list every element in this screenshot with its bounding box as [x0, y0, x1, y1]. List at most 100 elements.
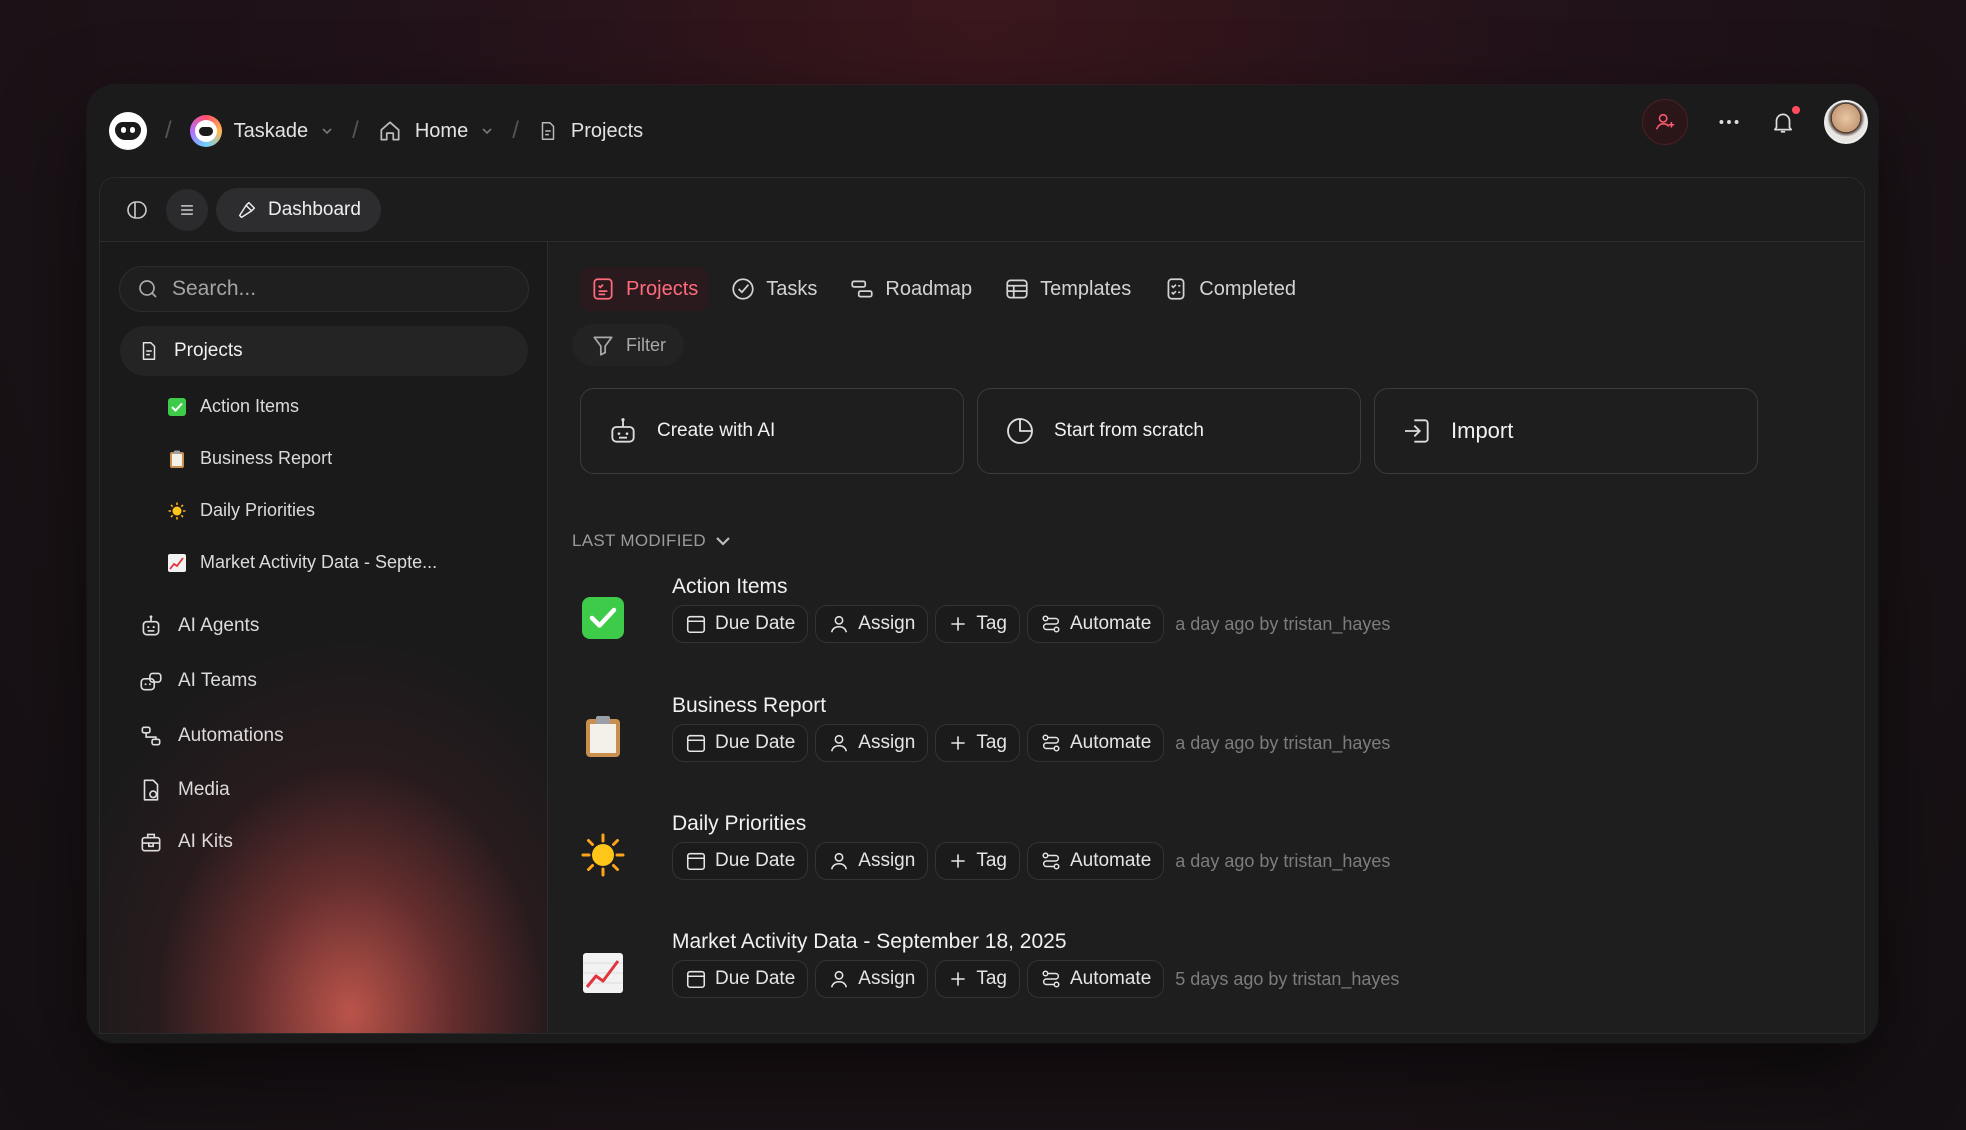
- calendar-icon: [686, 615, 706, 634]
- project-title[interactable]: Action Items: [672, 575, 788, 599]
- tab-label: Completed: [1199, 277, 1296, 300]
- search-input[interactable]: Search...: [119, 266, 529, 312]
- due-date-button[interactable]: Due Date: [672, 842, 809, 880]
- media-icon: [143, 779, 159, 801]
- notifications-bell-icon[interactable]: [1770, 106, 1800, 135]
- taskade-logo-icon[interactable]: [109, 112, 147, 150]
- blank-page-icon: [1007, 418, 1033, 444]
- top-right-actions: [1642, 99, 1868, 145]
- templates-icon: [1006, 279, 1028, 299]
- breadcrumb-current[interactable]: Projects: [537, 120, 643, 143]
- chevron-down-icon: [320, 124, 334, 138]
- tag-label: Tag: [976, 732, 1007, 753]
- tab-completed[interactable]: Completed: [1153, 267, 1306, 311]
- sidebar-item-ai-teams[interactable]: AI Teams: [138, 668, 257, 694]
- robot-icon: [142, 615, 160, 636]
- assign-label: Assign: [858, 732, 916, 753]
- automate-button[interactable]: Automate: [1026, 605, 1165, 643]
- team-icon: [140, 672, 162, 691]
- modified-meta: 5 days ago by tristan_hayes: [1175, 968, 1400, 989]
- invite-user-button[interactable]: [1642, 99, 1688, 145]
- automate-button[interactable]: Automate: [1026, 960, 1165, 998]
- project-title[interactable]: Business Report: [672, 694, 826, 718]
- due-date-button[interactable]: Due Date: [672, 960, 809, 998]
- modified-meta: a day ago by tristan_hayes: [1175, 613, 1391, 634]
- projects-icon: [593, 278, 613, 300]
- project-actions: Due Date Assign Tag Automate a day ago b…: [672, 842, 1390, 880]
- project-row[interactable]: Daily Priorities Due Date Assign Tag Aut…: [578, 812, 1858, 912]
- project-row[interactable]: Market Activity Data - September 18, 202…: [578, 930, 1858, 1030]
- tag-button[interactable]: Tag: [935, 724, 1020, 762]
- assign-button[interactable]: Assign: [815, 605, 929, 643]
- dashboard-button[interactable]: Dashboard: [216, 187, 381, 232]
- sidebar-project-action-items[interactable]: Action Items: [168, 396, 299, 417]
- automate-icon: [1042, 615, 1060, 633]
- person-icon: [831, 615, 848, 633]
- workspace-avatar-icon: [189, 115, 222, 147]
- filter-label: Filter: [626, 334, 666, 355]
- sidebar-project-market-activity[interactable]: Market Activity Data - Septe...: [168, 552, 437, 573]
- assign-button[interactable]: Assign: [815, 960, 929, 998]
- assign-button[interactable]: Assign: [815, 842, 929, 880]
- tag-button[interactable]: Tag: [935, 605, 1020, 643]
- document-icon: [537, 120, 559, 142]
- progress-bar: [1864, 961, 1865, 971]
- automate-label: Automate: [1069, 850, 1152, 871]
- due-date-label: Due Date: [715, 732, 796, 753]
- tab-tasks[interactable]: Tasks: [720, 267, 827, 311]
- breadcrumb-separator: /: [165, 117, 172, 144]
- tab-projects[interactable]: Projects: [580, 267, 709, 311]
- plus-icon: [951, 972, 965, 986]
- sidebar-item-automations[interactable]: Automations: [138, 723, 284, 749]
- sidebar-item-projects[interactable]: Projects: [120, 326, 528, 376]
- main-panel: Dashboard Search... Projects Action Item…: [99, 177, 1865, 1034]
- sort-dropdown[interactable]: LAST MODIFIED: [572, 531, 732, 551]
- project-row[interactable]: Action Items Due Date Assign Tag Automat…: [578, 575, 1858, 675]
- automate-icon: [1042, 970, 1060, 988]
- project-row[interactable]: Business Report Due Date Assign Tag Auto…: [578, 694, 1858, 794]
- assign-label: Assign: [858, 968, 916, 989]
- project-title[interactable]: Market Activity Data - September 18, 202…: [672, 930, 1067, 954]
- create-with-ai-card[interactable]: Create with AI: [580, 388, 964, 474]
- more-options-icon[interactable]: [1716, 109, 1742, 135]
- tab-label: Tasks: [766, 277, 818, 300]
- completed-icon: [1167, 278, 1185, 300]
- due-date-button[interactable]: Due Date: [672, 724, 809, 762]
- toggle-sidebar-icon[interactable]: [116, 189, 158, 231]
- current-page-label: Projects: [570, 119, 644, 142]
- start-from-scratch-card[interactable]: Start from scratch: [977, 388, 1361, 474]
- tag-button[interactable]: Tag: [935, 842, 1020, 880]
- assign-button[interactable]: Assign: [815, 724, 929, 762]
- sidebar-project-daily-priorities[interactable]: Daily Priorities: [168, 500, 315, 521]
- card-label: Create with AI: [657, 420, 776, 441]
- filter-button[interactable]: Filter: [572, 324, 684, 366]
- automate-button[interactable]: Automate: [1026, 724, 1165, 762]
- project-title[interactable]: Daily Priorities: [672, 812, 806, 836]
- plus-icon: [951, 617, 965, 631]
- automate-button[interactable]: Automate: [1026, 842, 1165, 880]
- plus-icon: [951, 736, 965, 750]
- calendar-icon: [686, 734, 706, 753]
- sidebar-item-label: AI Kits: [178, 831, 233, 852]
- breadcrumb-home[interactable]: Home: [377, 118, 494, 144]
- chevron-down-icon: [716, 537, 730, 546]
- progress-bar: [1864, 725, 1865, 735]
- project-actions: Due Date Assign Tag Automate a day ago b…: [672, 724, 1390, 762]
- sidebar-project-business-report[interactable]: Business Report: [168, 448, 332, 469]
- card-label: Import: [1451, 418, 1514, 443]
- tab-roadmap[interactable]: Roadmap: [839, 267, 982, 311]
- menu-icon[interactable]: [166, 188, 208, 231]
- check-mark-icon: [578, 593, 628, 643]
- sidebar-item-ai-kits[interactable]: AI Kits: [138, 829, 233, 855]
- progress-bar: [1864, 606, 1865, 616]
- user-avatar[interactable]: [1824, 100, 1868, 144]
- breadcrumb-workspace[interactable]: Taskade: [189, 115, 335, 147]
- import-card[interactable]: Import: [1374, 388, 1758, 474]
- tag-button[interactable]: Tag: [935, 960, 1020, 998]
- tag-label: Tag: [976, 613, 1007, 634]
- due-date-button[interactable]: Due Date: [672, 605, 809, 643]
- sidebar-item-media[interactable]: Media: [138, 777, 230, 803]
- calendar-icon: [686, 852, 706, 871]
- tab-templates[interactable]: Templates: [994, 267, 1141, 311]
- sidebar-item-ai-agents[interactable]: AI Agents: [138, 613, 259, 639]
